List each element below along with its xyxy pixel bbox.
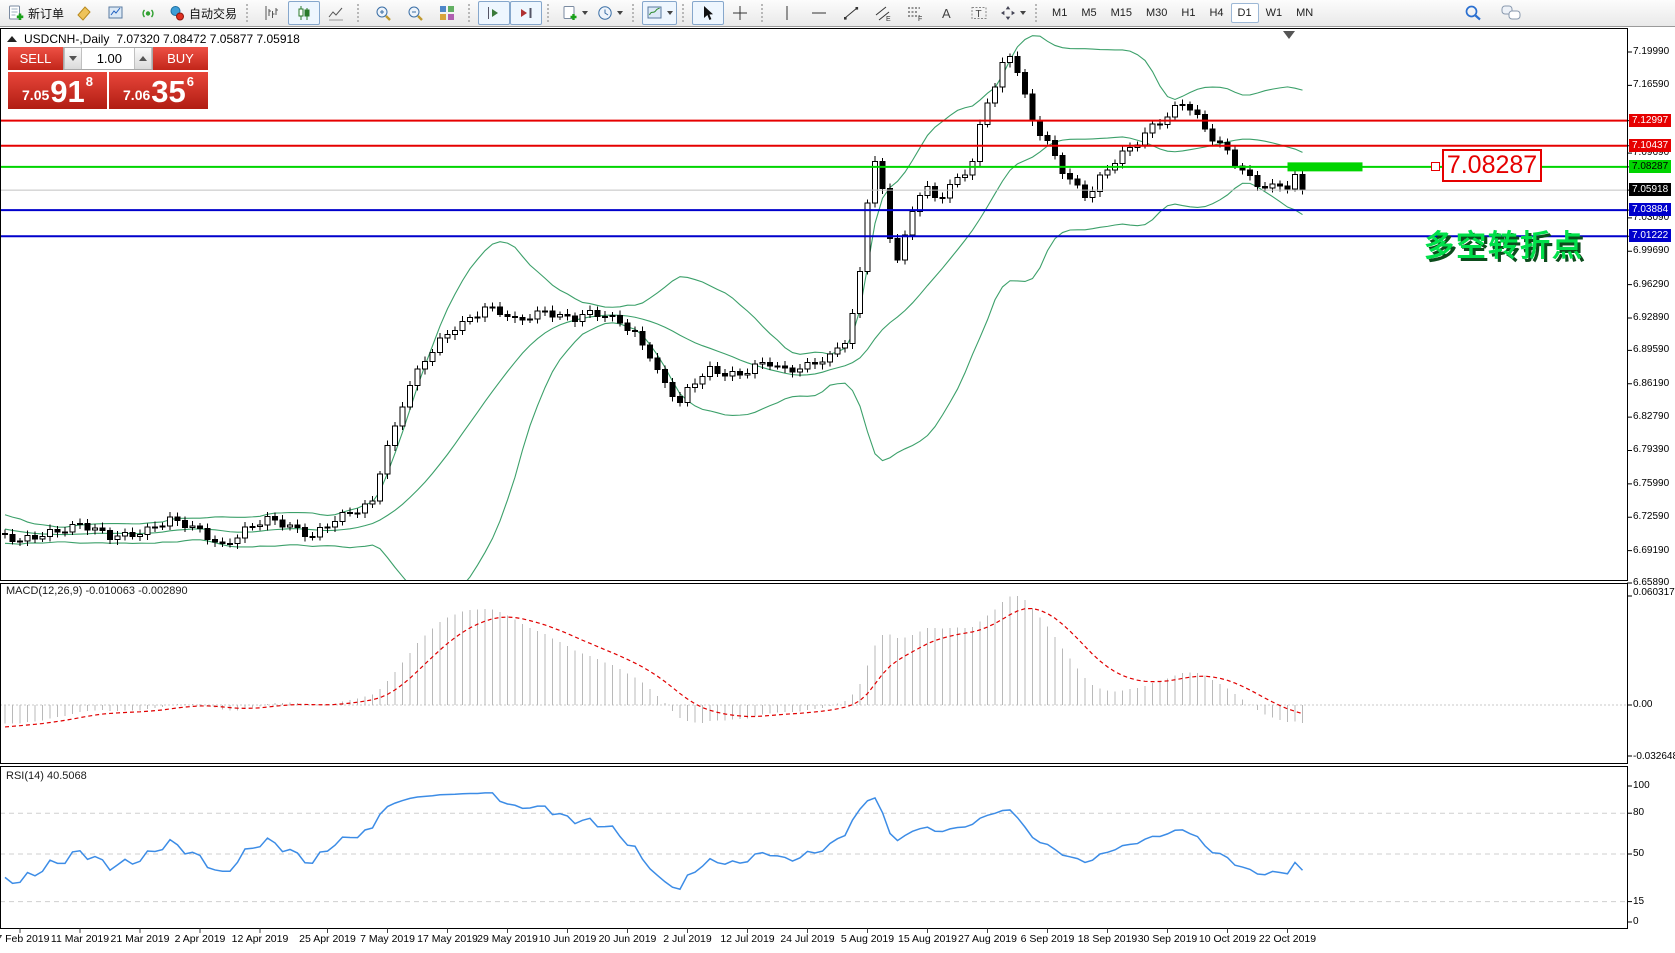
price-axis-tick: 6.65890 [1633, 577, 1669, 588]
price-axis-tick: 6.69190 [1633, 545, 1669, 556]
price-axis-tick: 6.82790 [1633, 411, 1669, 422]
volume-decrease-button[interactable] [64, 48, 82, 69]
chart-title-row: USDCNH-,Daily 7.07320 7.08472 7.05877 7.… [7, 32, 300, 46]
buy-price-sup: 6 [187, 74, 194, 89]
price-axis-tick: 7.16590 [1633, 79, 1669, 90]
buy-button[interactable]: BUY [153, 47, 208, 70]
price-line-label: 7.05918 [1629, 183, 1671, 196]
turning-point-annotation[interactable]: 多空转折点 [1424, 221, 1584, 265]
price-axis-tick: 6.72590 [1633, 511, 1669, 522]
symbol-period-title: USDCNH-,Daily [24, 32, 109, 46]
macd-axis-min: -0.032648 [1633, 751, 1675, 762]
macd-axis-max: 0.060317 [1633, 587, 1675, 598]
volume-increase-button[interactable] [134, 48, 152, 69]
rsi-axis-tick: 50 [1633, 848, 1644, 859]
price-axis-tick: 6.92890 [1633, 312, 1669, 323]
price-axis-tick: 6.96290 [1633, 279, 1669, 290]
mt4-window: 新订单 自动交易 [0, 0, 1675, 953]
caret-down-icon [69, 56, 77, 61]
price-line-label: 7.10437 [1629, 139, 1671, 152]
rsi-axis-tick: 0 [1633, 916, 1639, 927]
price-axis-tick: 7.19990 [1633, 46, 1669, 57]
date-axis-label[interactable]: 22 Oct 2019 [1240, 933, 1336, 945]
one-click-collapse-icon[interactable] [7, 36, 17, 42]
price-line-label: 7.08287 [1629, 160, 1671, 173]
volume-input[interactable]: 1.00 [82, 48, 134, 69]
price-line-label: 7.03884 [1629, 203, 1671, 216]
callout-handle[interactable] [1431, 162, 1440, 171]
rsi-axis-tick: 80 [1633, 807, 1644, 818]
price-axis-tick: 6.89590 [1633, 344, 1669, 355]
price-axis-tick: 6.99690 [1633, 245, 1669, 256]
price-line-label: 7.12997 [1629, 114, 1671, 127]
sell-price-sup: 8 [86, 74, 93, 89]
sell-button[interactable]: SELL [8, 47, 63, 70]
rsi-pane-canvas[interactable] [0, 0, 1675, 953]
macd-label: MACD(12,26,9) -0.010063 -0.002890 [6, 585, 188, 597]
one-click-trading-panel: SELL 1.00 BUY 7.05918 7.06356 [8, 47, 208, 109]
sell-price-display[interactable]: 7.05918 [8, 72, 107, 109]
buy-price-prefix: 7.06 [123, 87, 150, 103]
price-axis-tick: 6.79390 [1633, 444, 1669, 455]
buy-price-display[interactable]: 7.06356 [109, 72, 208, 109]
ohlc-values: 7.07320 7.08472 7.05877 7.05918 [116, 32, 300, 46]
rsi-label: RSI(14) 40.5068 [6, 770, 87, 782]
sell-price-prefix: 7.05 [22, 87, 49, 103]
sell-price-big: 91 [50, 76, 84, 107]
rsi-axis-tick: 100 [1633, 780, 1650, 791]
price-axis-tick: 6.75990 [1633, 478, 1669, 489]
caret-up-icon [139, 56, 147, 61]
rsi-axis-tick: 15 [1633, 896, 1644, 907]
price-callout-box[interactable]: 7.08287 [1442, 149, 1542, 182]
buy-price-big: 35 [151, 76, 185, 107]
macd-axis-zero: 0.00 [1633, 699, 1652, 710]
price-axis-tick: 6.86190 [1633, 378, 1669, 389]
volume-spinner: 1.00 [63, 47, 153, 70]
price-line-label: 7.01222 [1629, 229, 1671, 242]
